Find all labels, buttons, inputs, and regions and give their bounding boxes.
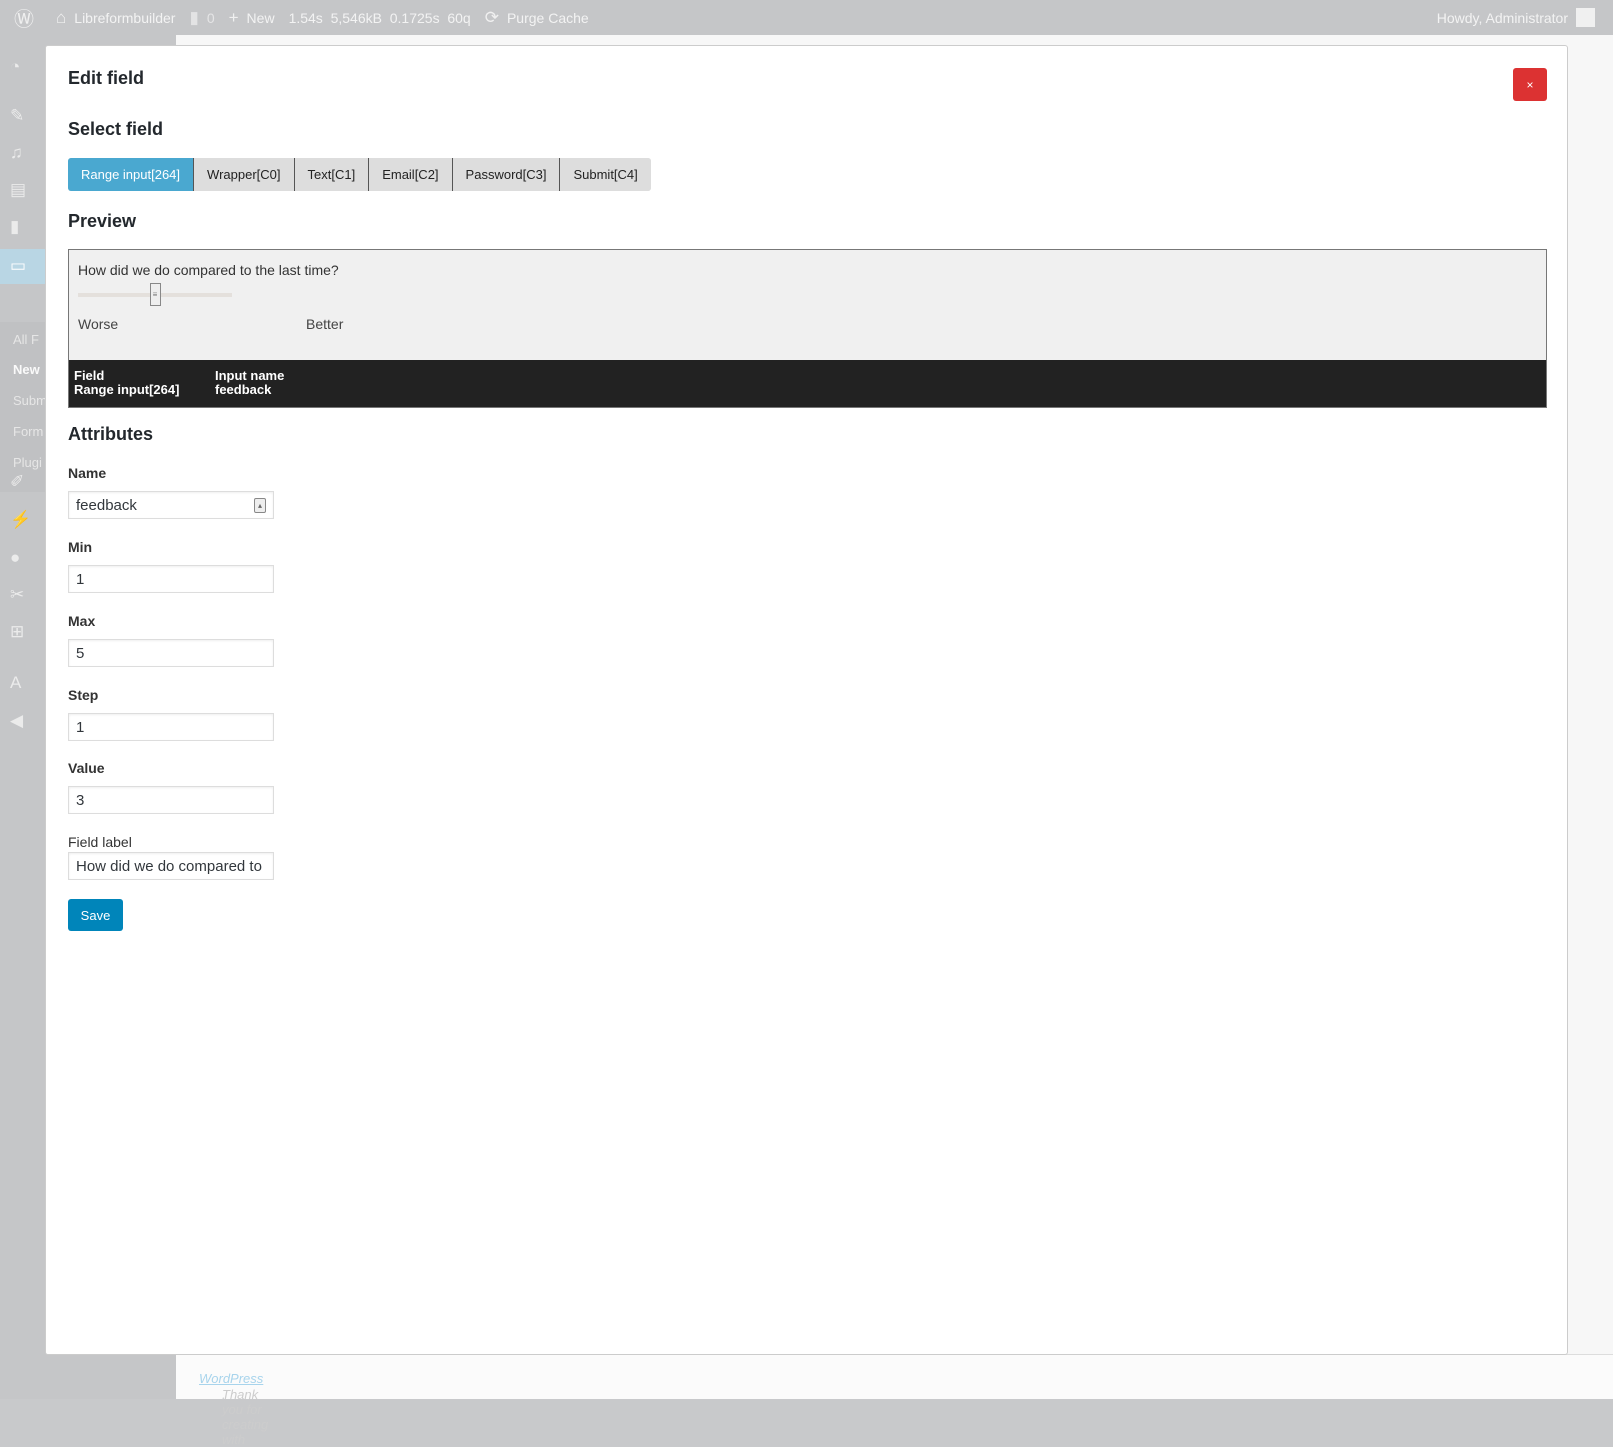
value-label: Value (68, 760, 105, 776)
new-content-link[interactable]: + New (229, 8, 275, 28)
step-input[interactable] (68, 713, 274, 741)
submenu-forms[interactable]: Form (13, 424, 43, 439)
value-input[interactable] (68, 786, 274, 814)
collapse-icon: ◀ (10, 711, 24, 730)
preview-box: How did we do compared to the last time?… (68, 249, 1547, 408)
pin-icon: ✎ (10, 106, 25, 125)
settings-icon: ⊞ (10, 622, 25, 641)
tab-password[interactable]: Password[C3] (452, 158, 561, 191)
tab-wrapper[interactable]: Wrapper[C0] (194, 158, 295, 191)
comment-icon: ▮ (189, 7, 199, 27)
range-slider-thumb[interactable]: ≡ (149, 283, 161, 306)
wordpress-link[interactable]: WordPress (199, 1371, 263, 1386)
tab-email[interactable]: Email[C2] (369, 158, 453, 191)
translate-icon: A (10, 673, 22, 692)
avatar (1576, 8, 1595, 27)
appearance-icon: ✐ (10, 472, 25, 491)
media-icon: ♫ (10, 143, 23, 162)
save-button[interactable]: Save (68, 899, 123, 931)
select-field-heading: Select field (68, 119, 164, 139)
admin-bar: Ⓦ ⌂ Libreformbuilder ▮ 0 + New 1.54s 5,546k… (0, 0, 1613, 35)
submenu-all-forms[interactable]: All F (13, 332, 39, 347)
contact-card-icon[interactable]: ▴ (254, 498, 266, 513)
footer: Thank you for creating with WordPress. (176, 1354, 1613, 1447)
field-info-band: Field Range input[264] Input name feedback (69, 360, 1546, 407)
users-icon: ● (10, 548, 21, 567)
preview-heading: Preview (68, 211, 137, 231)
input-name-label: Input name (215, 368, 285, 383)
tab-text[interactable]: Text[C1] (294, 158, 370, 191)
wordpress-logo-icon[interactable]: Ⓦ (14, 3, 42, 32)
comments-icon: ▮ (10, 217, 20, 236)
tab-submit[interactable]: Submit[C4] (560, 158, 651, 191)
submenu-new[interactable]: New (13, 362, 40, 377)
comments-link[interactable]: ▮ 0 (189, 8, 214, 28)
close-button[interactable]: × (1513, 68, 1547, 101)
edit-field-modal: Edit field × Select field Range input[26… (45, 45, 1568, 1355)
plus-icon: + (228, 7, 239, 27)
forms-icon: ▭ (10, 256, 27, 275)
tab-range-input[interactable]: Range input[264] (68, 158, 195, 191)
pages-icon: ▤ (10, 180, 27, 199)
step-label: Step (68, 687, 99, 703)
purge-cache-link[interactable]: ⟳ Purge Cache (485, 8, 589, 28)
field-label-input[interactable] (68, 852, 274, 880)
dashboard-icon: ◔ (10, 57, 21, 76)
tools-icon: ✂ (10, 585, 25, 604)
low-label: Worse (78, 316, 119, 332)
field-tabs: Range input[264] Wrapper[C0] Text[C1] Em… (68, 158, 651, 191)
max-input[interactable] (68, 639, 274, 667)
submenu-plugins[interactable]: Plugi (13, 455, 42, 470)
account-menu[interactable]: Howdy, Administrator (1437, 0, 1595, 35)
name-input[interactable] (68, 491, 274, 519)
submenu-submissions[interactable]: Subm (13, 393, 47, 408)
home-icon: ⌂ (56, 7, 67, 27)
max-label: Max (68, 613, 96, 629)
name-label: Name (68, 465, 107, 481)
attributes-heading: Attributes (68, 424, 153, 444)
plugins-icon: ⚡ (10, 510, 32, 529)
preview-question: How did we do compared to the last time? (78, 262, 339, 278)
field-label-label: Field label (68, 834, 132, 850)
field-info-value: Range input[264] (74, 382, 180, 397)
query-monitor-stats[interactable]: 1.54s 5,546kB 0.1725s 60q (289, 10, 471, 26)
refresh-icon: ⟳ (484, 7, 499, 27)
modal-title: Edit field (68, 68, 144, 88)
site-name-link[interactable]: ⌂ Libreformbuilder (56, 8, 175, 28)
min-label: Min (68, 539, 93, 555)
input-name-value: feedback (215, 382, 272, 397)
high-label: Better (306, 316, 344, 332)
min-input[interactable] (68, 565, 274, 593)
field-info-label: Field (74, 368, 105, 383)
